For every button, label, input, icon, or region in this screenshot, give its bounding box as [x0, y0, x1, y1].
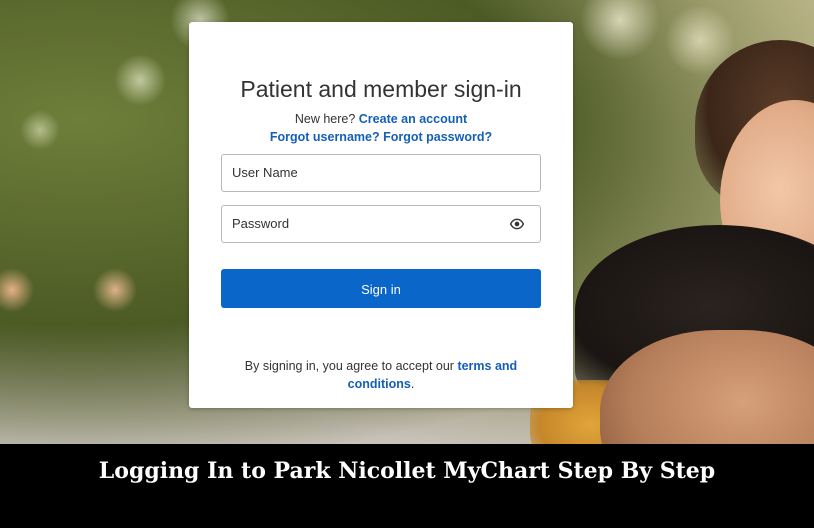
forgot-password-link[interactable]: Forgot password? — [383, 130, 492, 144]
page-title: Patient and member sign-in — [240, 76, 522, 102]
eye-icon[interactable] — [510, 217, 524, 231]
sign-in-card: Patient and member sign-in New here? Cre… — [189, 22, 573, 408]
forgot-links: Forgot username? Forgot password? — [189, 130, 573, 144]
password-input[interactable] — [222, 206, 492, 240]
create-account-link[interactable]: Create an account — [359, 112, 467, 126]
forgot-username-link[interactable]: Forgot username? — [270, 130, 380, 144]
terms-prefix-text: By signing in, you agree to accept our — [244, 359, 454, 373]
new-here-line: New here? Create an account — [189, 112, 573, 126]
terms-notice: By signing in, you agree to accept our t… — [231, 357, 531, 393]
username-input[interactable] — [222, 155, 492, 189]
username-field-box — [221, 154, 541, 192]
background-photo: Patient and member sign-in New here? Cre… — [0, 0, 814, 444]
terms-suffix-text: . — [410, 377, 415, 391]
new-here-text: New here? — [294, 112, 356, 126]
caption-banner: Logging In to Park Nicollet MyChart Step… — [0, 444, 814, 528]
banner-caption: Logging In to Park Nicollet MyChart Step… — [98, 458, 716, 484]
password-field-box — [221, 205, 541, 243]
sign-in-button[interactable]: Sign in — [221, 269, 541, 308]
